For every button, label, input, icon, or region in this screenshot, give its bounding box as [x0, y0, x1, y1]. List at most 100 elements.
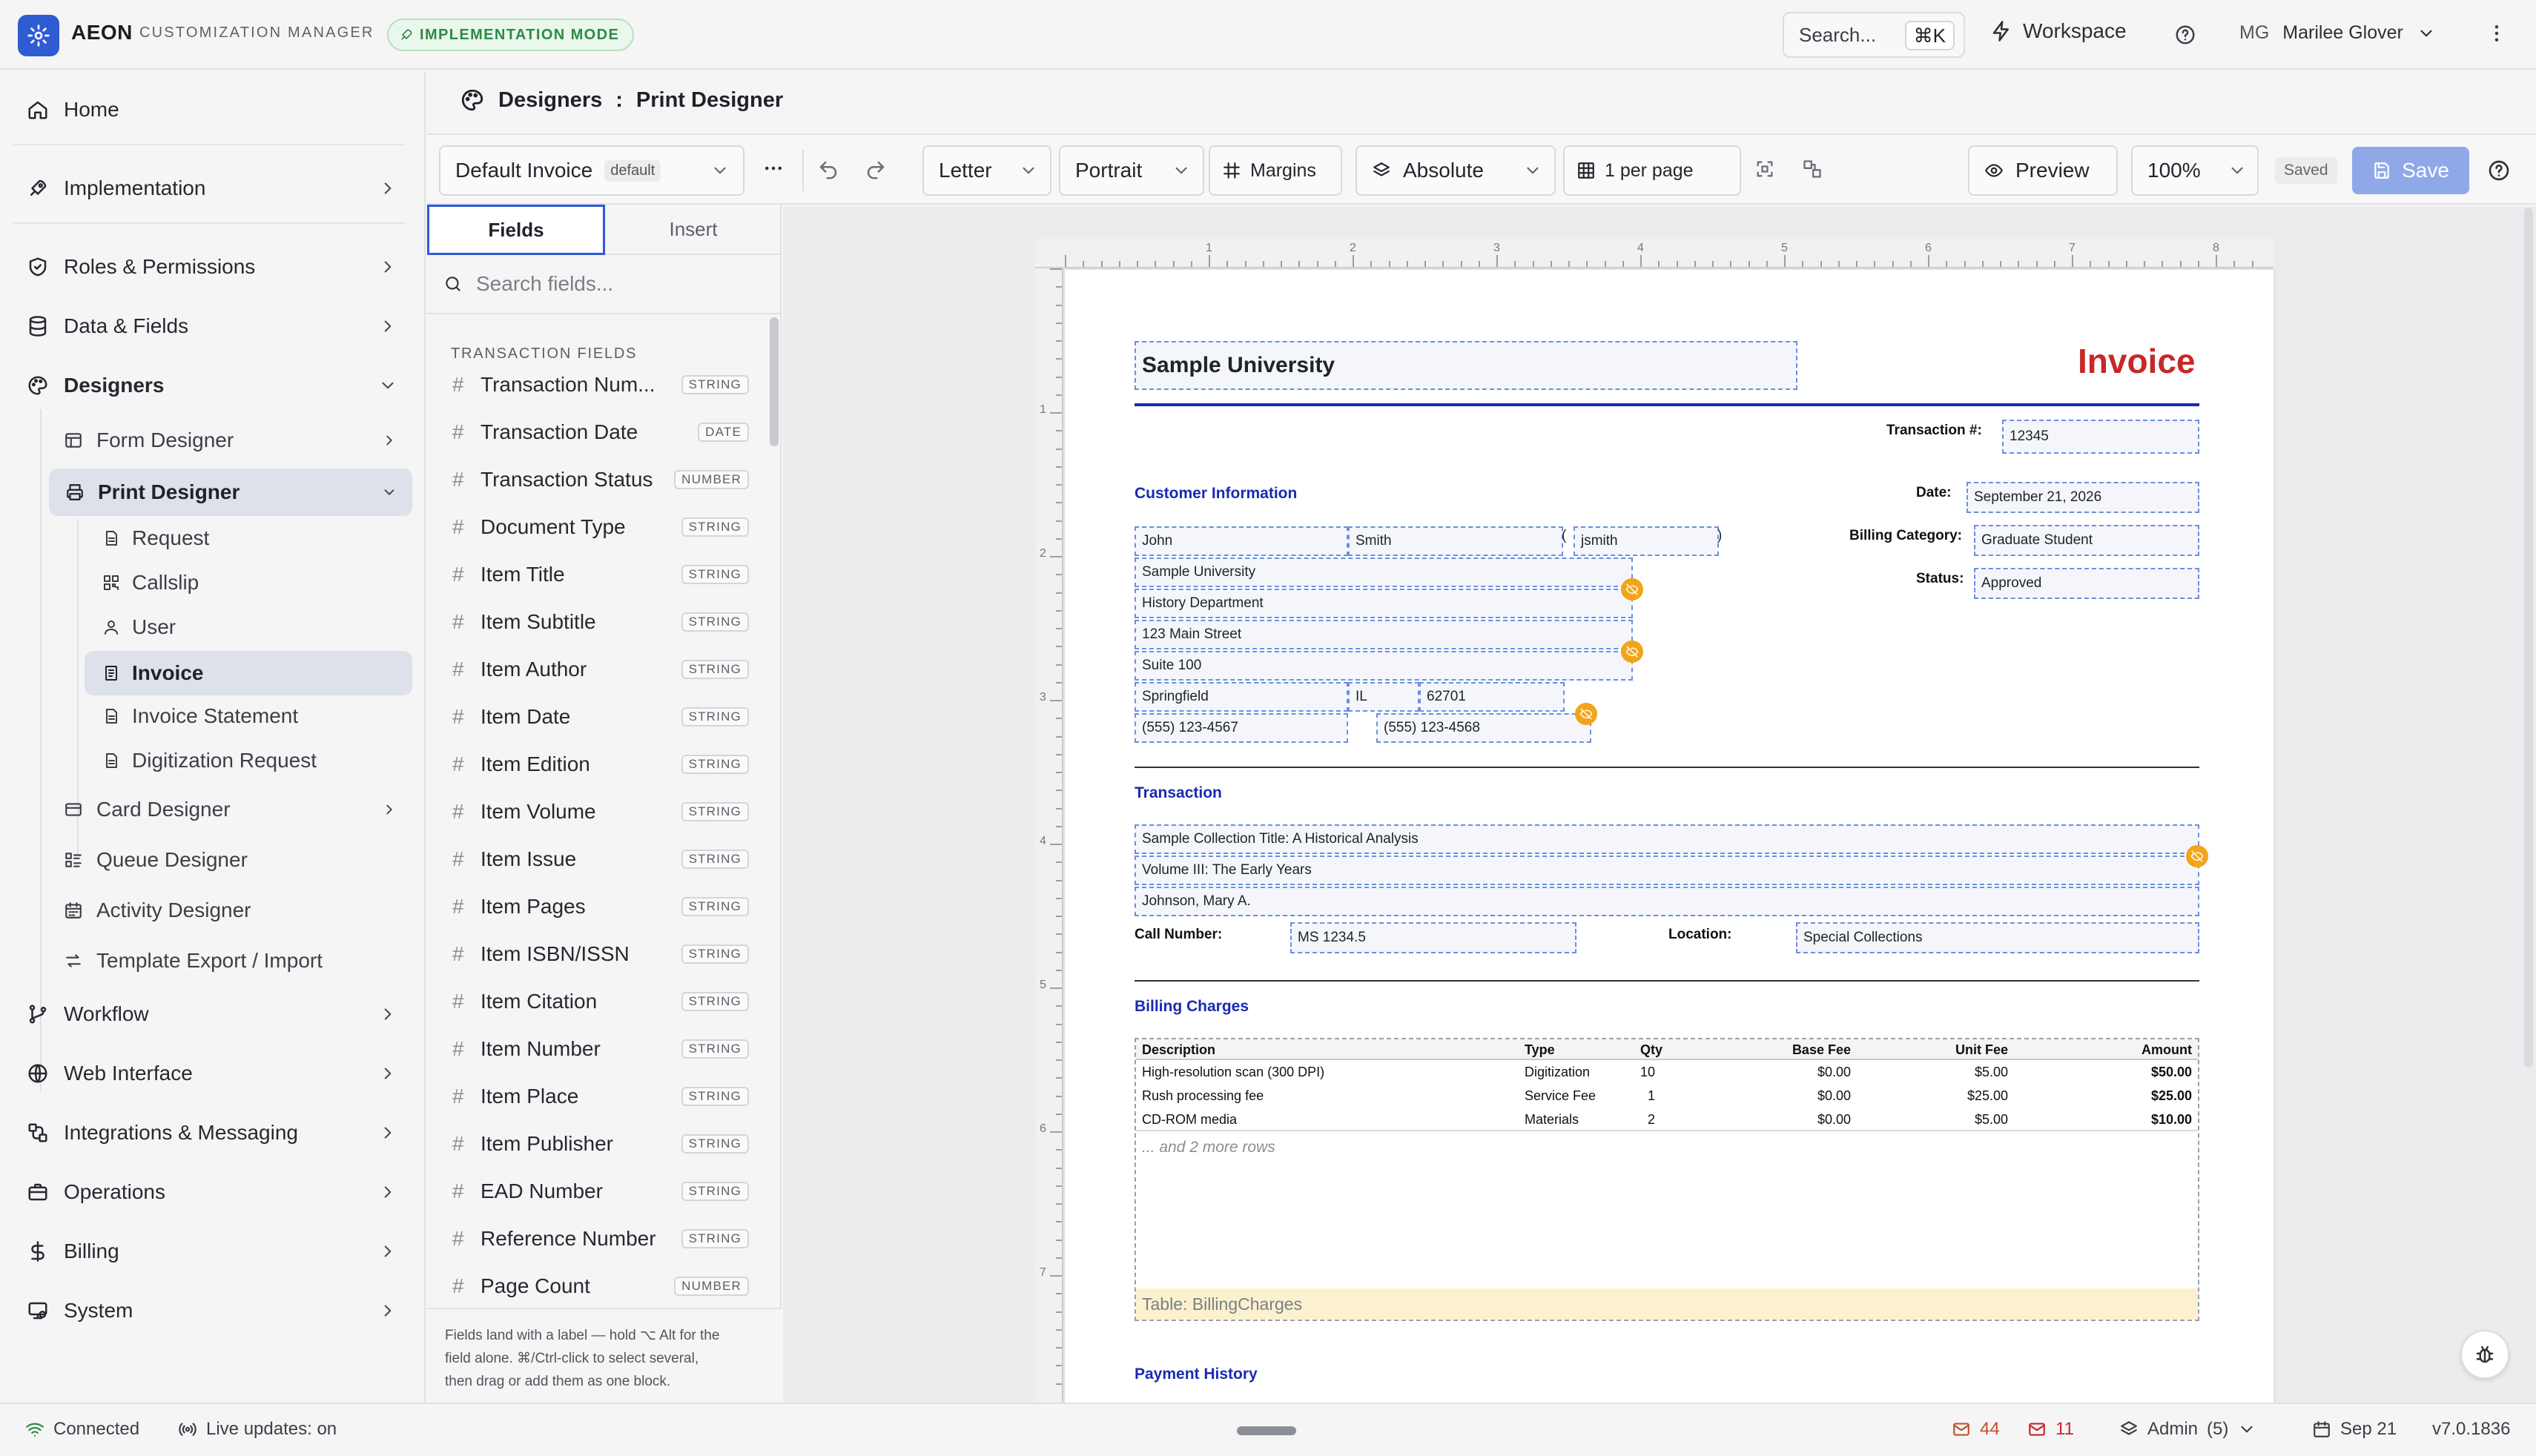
city-field[interactable]: Springfield: [1135, 682, 1348, 712]
date-label[interactable]: Date:: [1916, 485, 1952, 501]
status-field[interactable]: Approved: [1974, 568, 2199, 599]
panel-scrollbar-track[interactable]: [770, 317, 779, 1456]
undo-icon[interactable]: [817, 159, 839, 181]
margins-button[interactable]: Margins: [1209, 145, 1342, 196]
street-field[interactable]: 123 Main Street: [1135, 620, 1633, 649]
sidebar-item-integrations[interactable]: Integrations & Messaging: [27, 1109, 397, 1156]
live-updates-toggle[interactable]: Live updates: on: [178, 1419, 337, 1440]
transaction-number-label[interactable]: Transaction #:: [1886, 423, 1982, 439]
field-list-item[interactable]: # Reference Number STRING: [452, 1220, 749, 1257]
select-frame-icon[interactable]: [1754, 159, 1775, 179]
last-name-field[interactable]: Smith: [1348, 526, 1563, 556]
mail-notifications[interactable]: 44: [1952, 1419, 2000, 1440]
item-title-field[interactable]: Sample Collection Title: A Historical An…: [1135, 824, 2199, 854]
breadcrumb-section[interactable]: Designers: [498, 88, 602, 113]
field-list-item[interactable]: # Item Pages STRING: [452, 888, 749, 925]
payment-section-title[interactable]: Payment History: [1135, 1366, 1258, 1383]
print-item-invoice-statement[interactable]: Invoice Statement: [102, 695, 298, 737]
sidebar-item-workflow[interactable]: Workflow: [27, 990, 397, 1038]
save-button[interactable]: Save: [2352, 147, 2469, 194]
workspace-button[interactable]: Workspace: [1990, 19, 2127, 43]
phone-alt-field[interactable]: (555) 123-4568: [1376, 713, 1591, 743]
field-list-item[interactable]: # Item ISBN/ISSN STRING: [452, 936, 749, 973]
panel-scrollbar-thumb[interactable]: [770, 317, 779, 446]
field-list-item[interactable]: # Item Edition STRING: [452, 746, 749, 783]
field-list-item[interactable]: # Item Place STRING: [452, 1078, 749, 1115]
resize-handle[interactable]: [1237, 1426, 1296, 1435]
date-field[interactable]: September 21, 2026: [1967, 482, 2199, 513]
sidebar-item-form-designer[interactable]: Form Designer: [64, 420, 397, 461]
debug-button[interactable]: [2460, 1330, 2509, 1379]
sidebar-item-system[interactable]: System: [27, 1287, 397, 1334]
field-list-item[interactable]: # EAD Number STRING: [452, 1173, 749, 1210]
field-list-item[interactable]: # Item Number STRING: [452, 1030, 749, 1068]
field-list-item[interactable]: # Item Issue STRING: [452, 841, 749, 878]
invoice-page[interactable]: Sample University Invoice Transaction #:…: [1065, 270, 2274, 1404]
print-item-invoice[interactable]: Invoice: [85, 651, 412, 695]
billing-section-title[interactable]: Billing Charges: [1135, 998, 1249, 1016]
print-item-digitization-request[interactable]: Digitization Request: [102, 740, 317, 781]
user-menu[interactable]: MG Marilee Glover: [2239, 22, 2436, 44]
canvas-scrollbar-thumb[interactable]: [2524, 208, 2533, 1068]
status-label[interactable]: Status:: [1916, 571, 1964, 587]
print-item-callslip[interactable]: Callslip: [102, 562, 199, 603]
item-volume-field[interactable]: Volume III: The Early Years: [1135, 856, 2199, 885]
state-field[interactable]: IL: [1348, 682, 1419, 712]
template-select[interactable]: Default Invoice default: [439, 145, 744, 196]
billing-category-field[interactable]: Graduate Student: [1974, 525, 2199, 556]
field-list-item[interactable]: # Item Author STRING: [452, 651, 749, 688]
department-field[interactable]: History Department: [1135, 589, 1633, 618]
username-field[interactable]: jsmith: [1574, 526, 1719, 556]
sidebar-item-implementation[interactable]: Implementation: [27, 165, 397, 212]
customer-section-title[interactable]: Customer Information: [1135, 485, 1297, 503]
sidebar-item-web-interface[interactable]: Web Interface: [27, 1050, 397, 1097]
org-line-field[interactable]: Sample University: [1135, 557, 1633, 587]
item-author-field[interactable]: Johnson, Mary A.: [1135, 887, 2199, 916]
implementation-mode-badge[interactable]: IMPLEMENTATION MODE: [387, 19, 635, 51]
alert-notifications[interactable]: 11: [2027, 1419, 2074, 1440]
phone-field[interactable]: (555) 123-4567: [1135, 713, 1348, 743]
paper-size-select[interactable]: Letter: [922, 145, 1051, 196]
more-horizontal-icon[interactable]: [762, 157, 785, 179]
group-objects-icon[interactable]: [1802, 159, 1823, 179]
field-list-item[interactable]: # Transaction Status NUMBER: [452, 461, 749, 498]
sidebar-item-roles[interactable]: Roles & Permissions: [27, 243, 397, 291]
print-item-user[interactable]: User: [102, 606, 176, 648]
settings-logo-icon[interactable]: [18, 15, 59, 56]
help-icon[interactable]: [2174, 24, 2196, 46]
transaction-section-title[interactable]: Transaction: [1135, 784, 1222, 802]
sidebar-item-operations[interactable]: Operations: [27, 1168, 397, 1216]
role-selector[interactable]: Admin (5): [2119, 1419, 2256, 1440]
call-number-field[interactable]: MS 1234.5: [1290, 922, 1576, 953]
field-list-item[interactable]: # Page Count NUMBER: [452, 1268, 749, 1305]
sidebar-item-data-fields[interactable]: Data & Fields: [27, 302, 397, 350]
sidebar-item-billing[interactable]: Billing: [27, 1228, 397, 1275]
location-label[interactable]: Location:: [1668, 927, 1732, 943]
org-name-field[interactable]: Sample University: [1135, 341, 1797, 390]
hidden-field-icon[interactable]: [1621, 641, 1643, 663]
field-list-item[interactable]: # Item Title STRING: [452, 556, 749, 593]
field-list-item[interactable]: # Item Subtitle STRING: [452, 603, 749, 641]
invoice-title[interactable]: Invoice: [2078, 341, 2196, 381]
field-list-item[interactable]: # Item Volume STRING: [452, 793, 749, 830]
first-name-field[interactable]: John: [1135, 526, 1348, 556]
transaction-number-field[interactable]: 12345: [2002, 420, 2199, 454]
print-item-request[interactable]: Request: [102, 517, 209, 559]
sidebar-item-home[interactable]: Home: [27, 86, 405, 133]
hidden-field-icon[interactable]: [1621, 578, 1643, 600]
field-list-item[interactable]: # Transaction Num... STRING: [452, 366, 749, 403]
per-page-button[interactable]: 1 per page: [1563, 145, 1741, 196]
call-number-label[interactable]: Call Number:: [1135, 927, 1222, 943]
billing-category-label[interactable]: Billing Category:: [1849, 528, 1962, 544]
date-display[interactable]: Sep 21: [2312, 1419, 2397, 1440]
suite-field[interactable]: Suite 100: [1135, 651, 1633, 681]
sidebar-item-designers[interactable]: Designers: [27, 362, 397, 409]
billing-table[interactable]: Description Type Qty Base Fee Unit Fee A…: [1135, 1038, 2199, 1321]
field-list-item[interactable]: # Item Citation STRING: [452, 983, 749, 1020]
layout-mode-select[interactable]: Absolute: [1355, 145, 1556, 196]
field-list-item[interactable]: # Item Publisher STRING: [452, 1125, 749, 1162]
preview-button[interactable]: Preview: [1968, 145, 2118, 196]
sidebar-item-activity-designer[interactable]: Activity Designer: [64, 890, 251, 931]
sidebar-item-template-export[interactable]: Template Export / Import: [64, 940, 323, 982]
field-list-item[interactable]: # Document Type STRING: [452, 509, 749, 546]
